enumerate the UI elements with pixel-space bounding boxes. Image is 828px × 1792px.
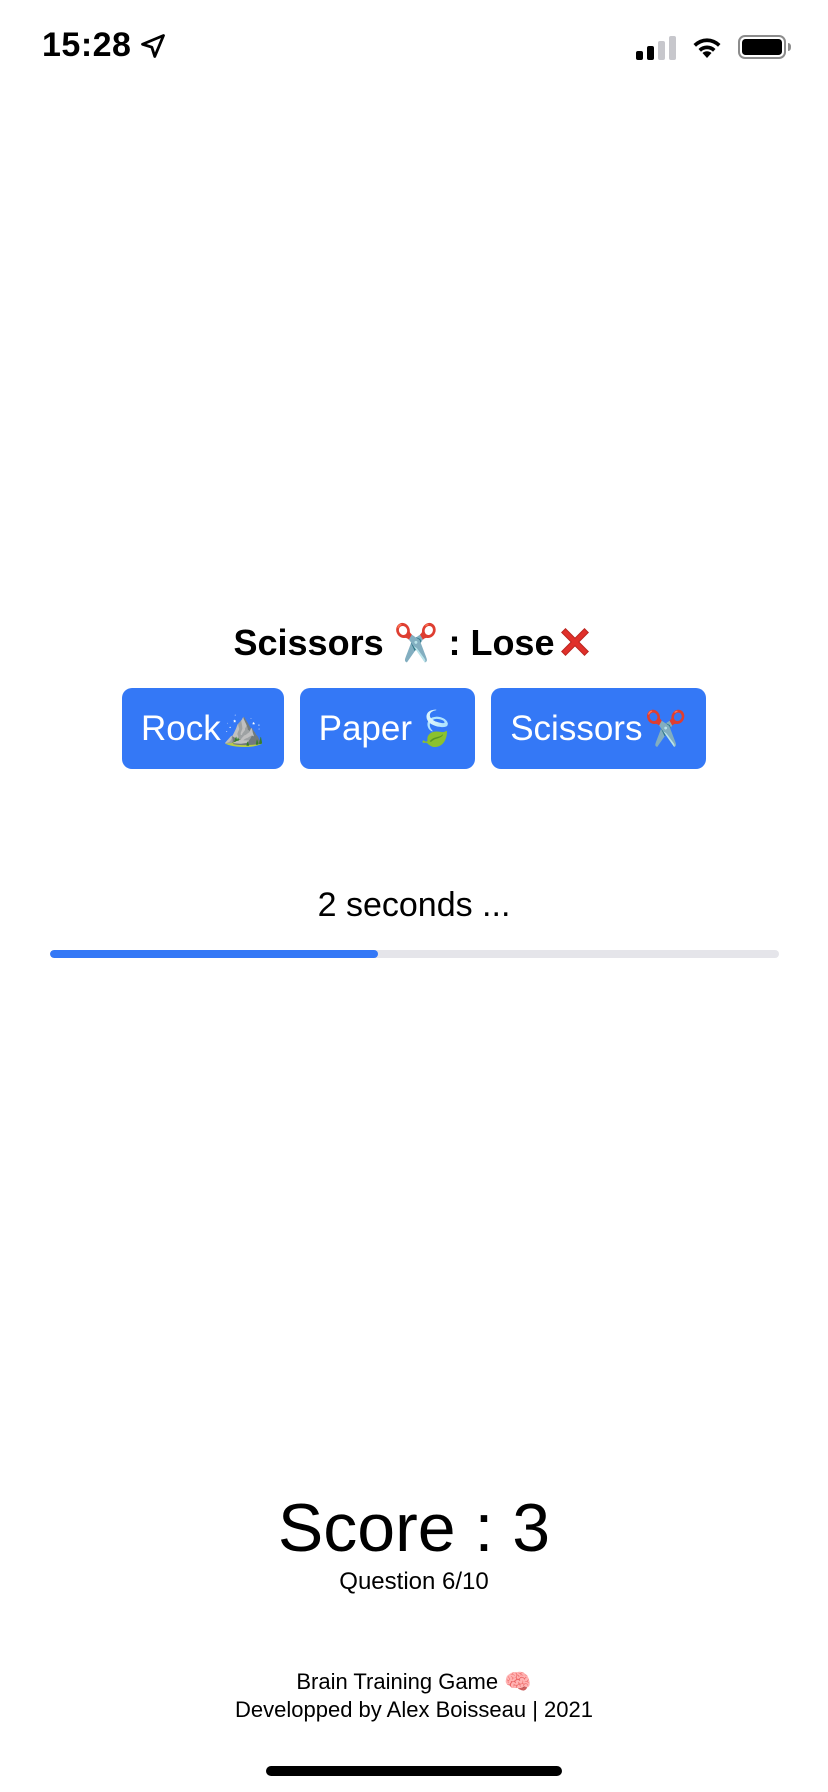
mountain-icon: ⛰️ <box>222 709 266 748</box>
home-indicator <box>266 1766 562 1776</box>
choice-buttons: Rock ⛰️ Paper 🍃 Scissors ✂️ <box>0 688 828 769</box>
timer-progress-bar <box>50 950 779 958</box>
footer-title: Brain Training Game 🧠 <box>296 1669 532 1694</box>
status-indicators <box>636 34 792 60</box>
status-time: 15:28 <box>42 26 167 65</box>
cellular-signal-icon <box>636 34 676 60</box>
timer-progress-fill <box>50 950 379 958</box>
scissors-button-label: Scissors <box>510 708 643 748</box>
scissors-button[interactable]: Scissors ✂️ <box>491 688 706 769</box>
rock-button-label: Rock <box>140 708 221 748</box>
question-counter: Question 6/10 <box>339 1568 489 1595</box>
prompt-separator: : <box>438 622 471 663</box>
prompt-goal-label: Lose <box>470 622 555 663</box>
status-time-label: 15:28 <box>42 26 132 64</box>
score-label: Score : 3 <box>277 1490 551 1566</box>
paper-button-label: Paper <box>318 708 413 748</box>
status-bar: 15:28 <box>0 0 828 100</box>
footer-credits: Developped by Alex Boisseau | 2021 <box>235 1697 593 1722</box>
location-arrow-icon <box>141 33 166 58</box>
scissors-icon: ✂️ <box>644 709 687 748</box>
prompt-move-emoji: ✂️ <box>393 622 439 663</box>
paper-button[interactable]: Paper 🍃 <box>300 688 475 769</box>
timer-text: 2 seconds ... <box>317 886 511 924</box>
battery-icon <box>738 35 791 59</box>
rock-button[interactable]: Rock ⛰️ <box>122 688 284 769</box>
prompt-move-label: Scissors <box>233 622 384 663</box>
red-cross-icon <box>561 628 590 656</box>
wifi-icon <box>693 38 721 58</box>
game-prompt: Scissors ✂️ : Lose <box>0 618 828 668</box>
leaf-icon: 🍃 <box>414 709 457 748</box>
